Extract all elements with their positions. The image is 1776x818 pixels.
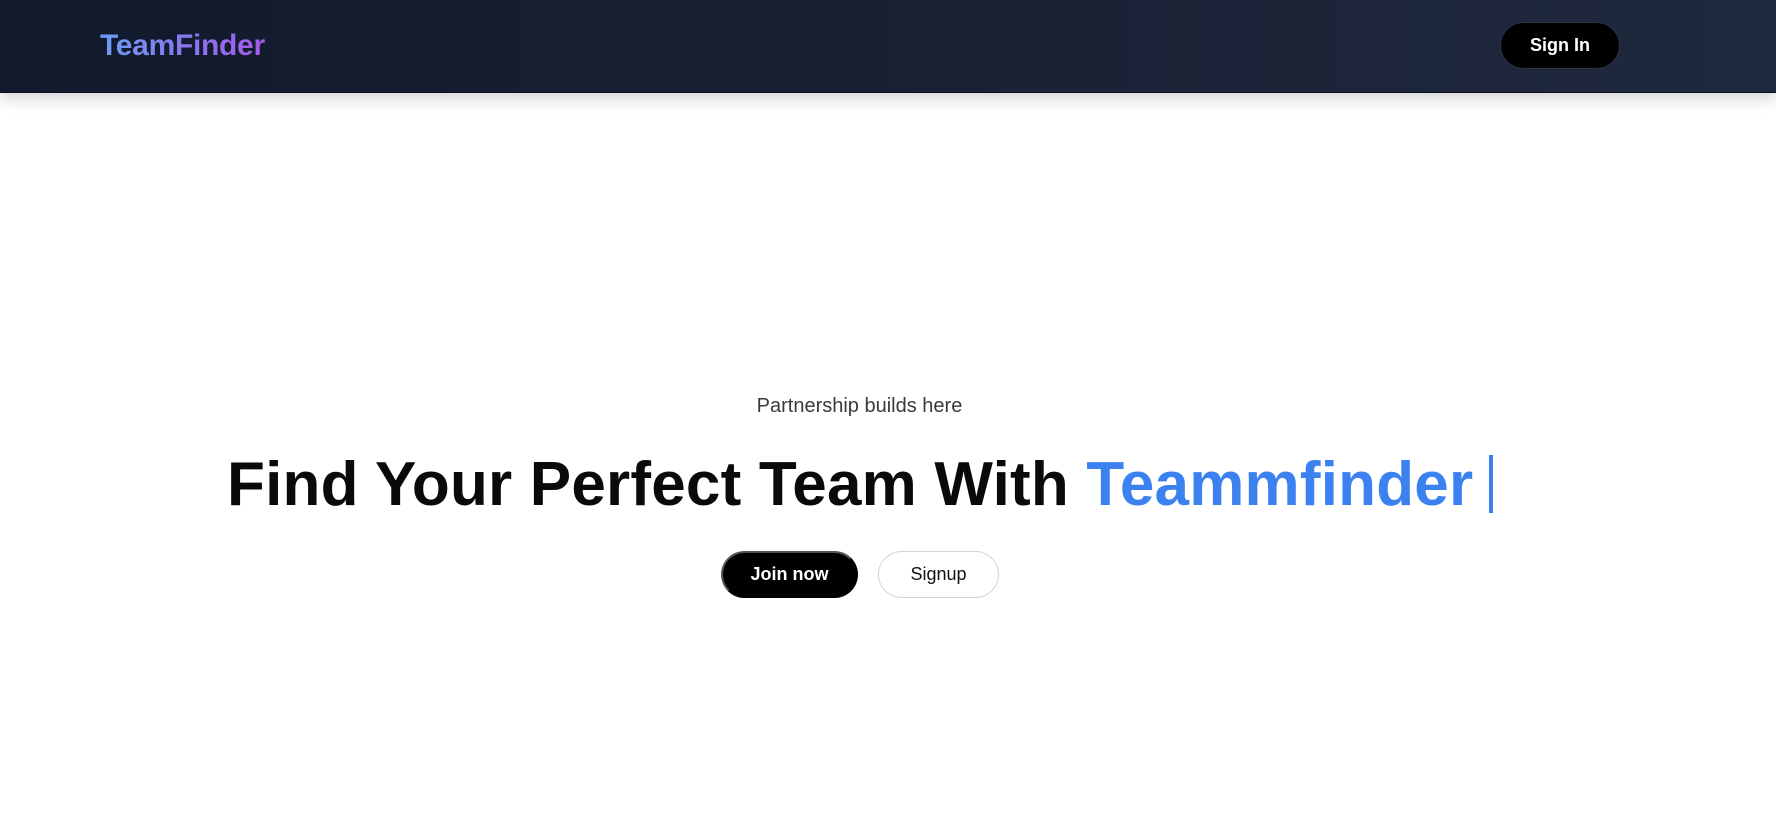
hero-headline: Find Your Perfect Team With Teammfinder [227, 445, 1494, 525]
headline-accent-text: Teammfinder [1086, 450, 1474, 519]
brand-logo[interactable]: TeamFinder [100, 26, 265, 66]
hero-tagline: Partnership builds here [756, 395, 963, 417]
sign-in-button[interactable]: Sign In [1500, 22, 1620, 69]
top-navbar: TeamFinder Sign In [0, 0, 1776, 93]
hero-section: Partnership builds here Find Your Perfec… [0, 93, 1776, 818]
signup-button[interactable]: Signup [878, 551, 999, 598]
hero-button-row: Join now Signup [721, 551, 999, 598]
join-now-button[interactable]: Join now [721, 551, 858, 598]
typing-cursor [1489, 455, 1494, 513]
headline-main-text: Find Your Perfect Team With [227, 450, 1087, 519]
